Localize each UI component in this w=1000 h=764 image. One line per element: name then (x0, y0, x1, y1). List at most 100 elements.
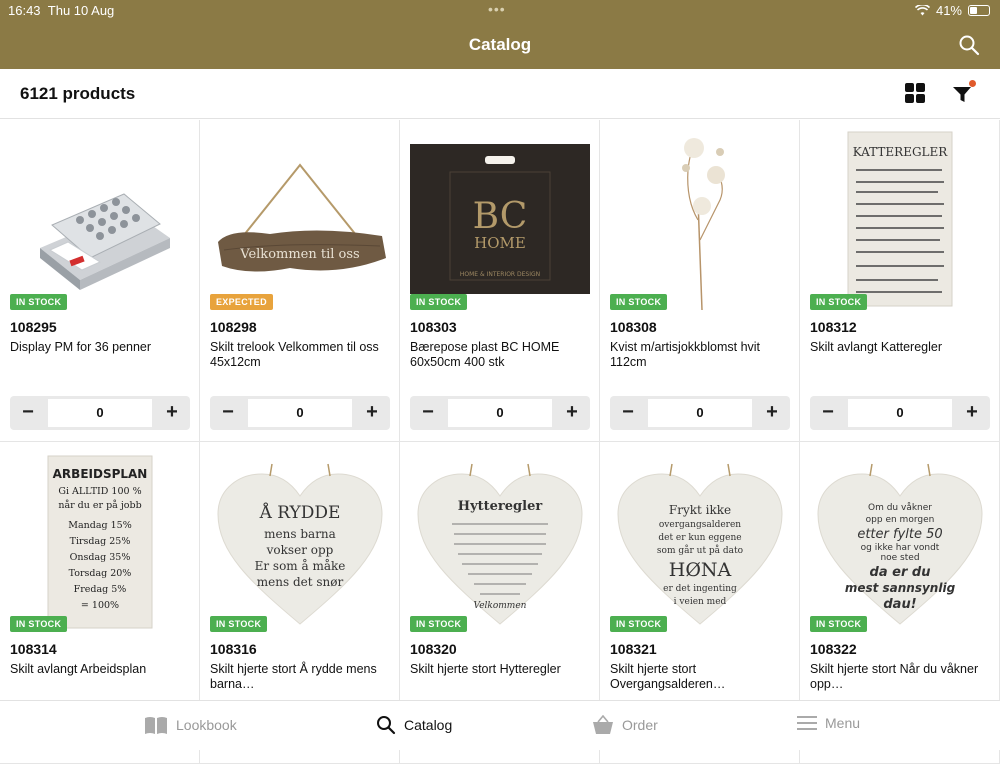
tab-label: Order (622, 717, 658, 733)
stock-badge: IN STOCK (610, 616, 668, 632)
increase-button[interactable]: + (154, 396, 190, 430)
stock-badge: IN STOCK (810, 616, 868, 632)
increase-button[interactable]: + (754, 396, 790, 430)
svg-text:Om du våkner: Om du våkner (868, 502, 932, 513)
decrease-button[interactable]: − (410, 396, 446, 430)
product-image-flower (682, 138, 725, 310)
svg-text:opp en morgen: opp en morgen (866, 515, 935, 525)
svg-text:dau!: dau! (883, 597, 916, 612)
search-icon[interactable] (958, 34, 980, 56)
stock-badge: IN STOCK (610, 294, 668, 310)
svg-text:HØNA: HØNA (669, 559, 732, 581)
product-name: Skilt hjerte stort Hytteregler (410, 662, 561, 676)
tab-label: Catalog (404, 717, 453, 733)
svg-text:Er som å måke: Er som å måke (255, 558, 346, 573)
bag-logo-top: BC (473, 196, 528, 237)
product-image-heart-rydde: Å RYDDE mens barna vokser opp Er som å m… (217, 463, 383, 625)
stock-badge: IN STOCK (410, 294, 468, 310)
product-sku: 108322 (810, 641, 857, 657)
svg-text:som går ut på dato: som går ut på dato (657, 544, 743, 556)
decrease-button[interactable]: − (210, 396, 246, 430)
svg-text:mens barna: mens barna (264, 527, 336, 541)
product-card[interactable]: BC HOME HOME & INTERIOR DESIGN IN STOCK … (400, 120, 600, 442)
hytte-title: Hytteregler (458, 499, 543, 514)
battery-icon (968, 5, 990, 16)
filter-icon[interactable] (951, 80, 977, 106)
product-name: Bærepose plast BC HOME 60x50cm 400 stk (410, 340, 560, 369)
product-card[interactable]: IN STOCK 108295 Display PM for 36 penner… (0, 120, 200, 442)
status-bar: 16:43 Thu 10 Aug ••• 41% (0, 0, 1000, 22)
product-sku: 108321 (610, 641, 657, 657)
hytte-footer: Velkommen (474, 601, 527, 611)
tab-catalog[interactable]: Catalog (376, 715, 452, 735)
product-card[interactable]: IN STOCK 108308 Kvist m/artisjokkblomst … (600, 120, 800, 442)
product-image-sign: Velkommen til oss (218, 163, 386, 272)
product-image-arbeidsplan: ARBEIDSPLAN Gi ALLTID 100 % når du er på… (47, 455, 153, 629)
quantity-input[interactable]: 0 (848, 399, 952, 427)
svg-text:det er kun eggene: det er kun eggene (658, 533, 741, 543)
svg-text:mens det snør: mens det snør (257, 575, 344, 589)
svg-text:Tirsdag 25%: Tirsdag 25% (70, 536, 131, 547)
increase-button[interactable]: + (954, 396, 990, 430)
product-image-heart-hytte: Hytteregler Velkommen (417, 463, 583, 625)
product-sku: 108312 (810, 319, 857, 335)
bag-tagline: HOME & INTERIOR DESIGN (460, 271, 540, 278)
quantity-stepper: − 0 + (810, 396, 990, 430)
svg-text:mest sannsynlig: mest sannsynlig (845, 581, 956, 595)
product-name: Skilt hjerte stort Å rydde mens barna… (210, 662, 377, 691)
nav-bar: Catalog (0, 22, 1000, 69)
product-card[interactable]: Velkommen til oss EXPECTED 108298 Skilt … (200, 120, 400, 442)
svg-text:Onsdag 35%: Onsdag 35% (70, 552, 131, 563)
quantity-stepper: − 0 + (410, 396, 590, 430)
svg-text:vokser opp: vokser opp (266, 543, 334, 557)
quantity-input[interactable]: 0 (648, 399, 752, 427)
product-image-heart-vakner: Om du våkner opp en morgen etter fylte 5… (817, 463, 983, 625)
increase-button[interactable]: + (354, 396, 390, 430)
tab-order[interactable]: Order (592, 715, 658, 735)
svg-text:i veien med: i veien med (674, 597, 727, 607)
svg-text:= 100%: = 100% (81, 600, 119, 611)
stock-badge: IN STOCK (410, 616, 468, 632)
product-name: Skilt avlangt Arbeidsplan (10, 662, 147, 676)
svg-text:Torsdag 20%: Torsdag 20% (69, 568, 132, 579)
sign-text: Velkommen til oss (239, 247, 359, 262)
svg-text:Frykt ikke: Frykt ikke (669, 503, 731, 517)
stock-badge: IN STOCK (810, 294, 868, 310)
status-time: 16:43 Thu 10 Aug (8, 3, 115, 18)
search-icon (377, 716, 396, 735)
tab-label: Menu (825, 715, 861, 731)
quantity-stepper: − 0 + (610, 396, 790, 430)
decrease-button[interactable]: − (810, 396, 846, 430)
decrease-button[interactable]: − (10, 396, 46, 430)
increase-button[interactable]: + (554, 396, 590, 430)
arbeidsplan-title: ARBEIDSPLAN (53, 467, 148, 481)
product-image-heart-hona: Frykt ikke overgangsalderen det er kun e… (617, 463, 783, 625)
svg-text:noe sted: noe sted (880, 553, 919, 563)
product-sku: 108320 (410, 641, 457, 657)
product-count: 6121 products (20, 84, 136, 103)
product-image-bag: BC HOME HOME & INTERIOR DESIGN (410, 144, 590, 294)
tab-bar: Lookbook Catalog Order Menu (0, 700, 1000, 750)
svg-text:etter fylte 50: etter fylte 50 (857, 527, 942, 542)
grid-view-icon[interactable] (904, 82, 926, 104)
quantity-input[interactable]: 0 (448, 399, 552, 427)
tab-menu[interactable]: Menu (797, 715, 860, 731)
tab-lookbook[interactable]: Lookbook (144, 715, 237, 735)
tab-label: Lookbook (176, 717, 237, 733)
product-sku: 108308 (610, 319, 657, 335)
stock-badge: IN STOCK (10, 616, 68, 632)
svg-text:overgangsalderen: overgangsalderen (659, 520, 741, 530)
product-name: Display PM for 36 penner (10, 340, 152, 354)
wifi-icon (914, 5, 930, 16)
stock-badge: EXPECTED (210, 294, 273, 310)
decrease-button[interactable]: − (610, 396, 646, 430)
product-card[interactable]: KATTEREGLER IN STOCK 108312 Skilt avlang… (800, 120, 1000, 442)
quantity-input[interactable]: 0 (48, 399, 152, 427)
product-name: Skilt avlangt Katteregler (810, 340, 943, 354)
product-sku: 108298 (210, 319, 257, 335)
page-title: Catalog (468, 35, 532, 54)
quantity-input[interactable]: 0 (248, 399, 352, 427)
multitask-dots[interactable]: ••• (488, 1, 506, 17)
svg-text:da er du: da er du (870, 565, 931, 580)
product-name: Kvist m/artisjokkblomst hvit 112cm (610, 340, 761, 369)
